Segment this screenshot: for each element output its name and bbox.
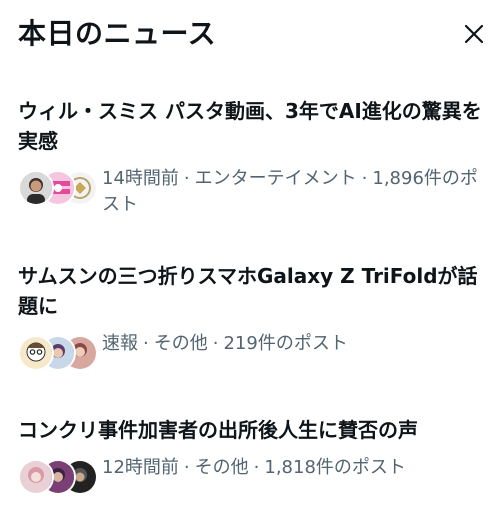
news-post-count: 219件のポスト <box>223 333 348 354</box>
news-item[interactable]: サムスンの三つ折りスマホGalaxy Z TriFoldが話題に 速報 · その… <box>18 261 492 371</box>
panel-header: 本日のニュース <box>18 12 486 56</box>
panel-title: 本日のニュース <box>18 17 217 50</box>
news-panel: 本日のニュース ウィル・スミス パスタ動画、3年でAI進化の驚異を実感 14時間… <box>0 0 504 515</box>
news-headline[interactable]: サムスンの三つ折りスマホGalaxy Z TriFoldが話題に <box>18 261 492 321</box>
avatar-group <box>18 170 98 206</box>
avatar <box>18 170 54 206</box>
news-headline[interactable]: コンクリ事件加害者の出所後人生に賛否の声 <box>18 415 492 445</box>
close-button[interactable] <box>456 16 492 52</box>
news-item[interactable]: コンクリ事件加害者の出所後人生に賛否の声 12時間前 · その他 · 1,818… <box>18 415 492 495</box>
avatar-group <box>18 459 98 495</box>
news-meta-row: 14時間前 · エンターテイメント · 1,896件のポスト <box>18 166 492 218</box>
news-category: その他 <box>194 457 249 478</box>
avatar <box>18 459 54 495</box>
news-headline[interactable]: ウィル・スミス パスタ動画、3年でAI進化の驚異を実感 <box>18 96 492 156</box>
news-time: 12時間前 <box>102 457 179 478</box>
news-meta: 速報 · その他 · 219件のポスト <box>102 333 348 354</box>
close-icon <box>464 24 484 44</box>
news-meta-row: 速報 · その他 · 219件のポスト <box>18 331 492 371</box>
news-meta-row: 12時間前 · その他 · 1,818件のポスト <box>18 455 492 495</box>
news-meta: 12時間前 · その他 · 1,818件のポスト <box>102 457 406 478</box>
avatar-group <box>18 335 98 371</box>
news-time: 14時間前 <box>102 168 179 189</box>
news-post-count: 1,818件のポスト <box>264 457 406 478</box>
news-category: エンターテイメント <box>194 168 357 189</box>
news-category: その他 <box>153 333 208 354</box>
avatar <box>18 335 54 371</box>
news-item[interactable]: ウィル・スミス パスタ動画、3年でAI進化の驚異を実感 14時間前 · エンター… <box>18 96 492 218</box>
news-time: 速報 <box>102 333 138 354</box>
news-meta: 14時間前 · エンターテイメント · 1,896件のポスト <box>102 168 478 215</box>
